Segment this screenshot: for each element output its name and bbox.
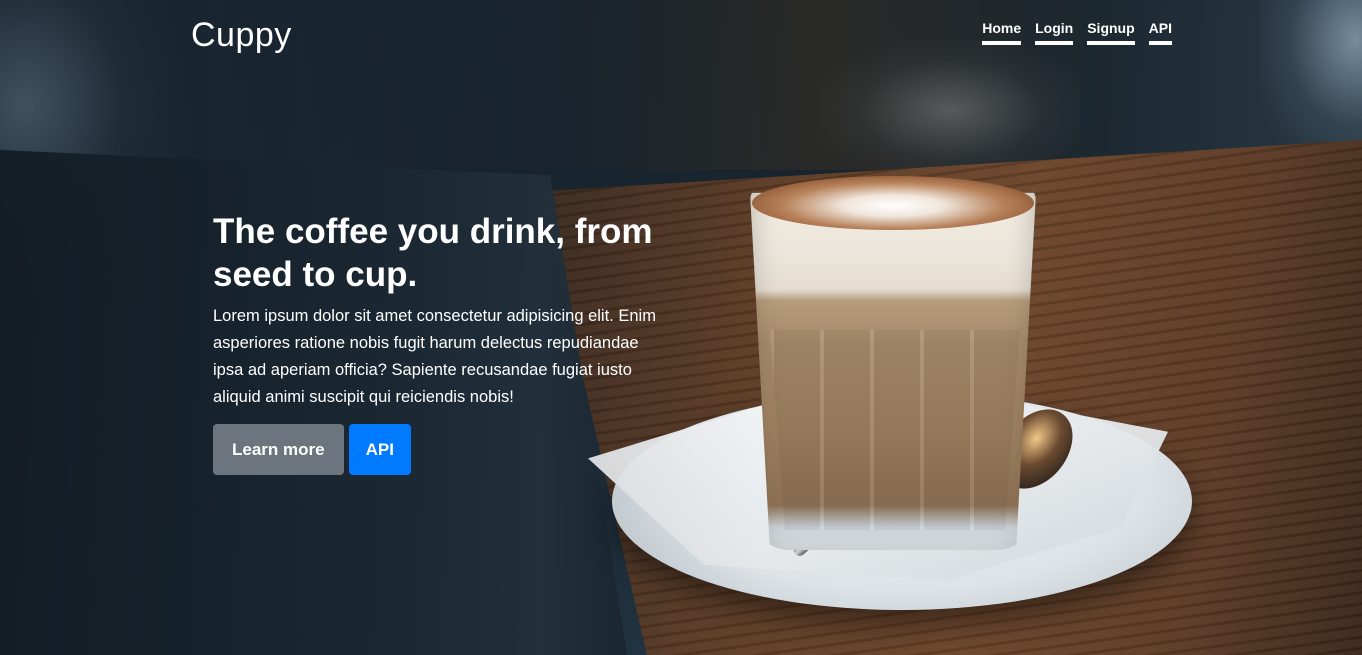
nav-link-signup[interactable]: Signup [1087,20,1135,45]
main-nav: Home Login Signup API [982,20,1172,45]
hero-headline: The coffee you drink, from seed to cup. [213,212,653,294]
glass-facets [770,330,1020,530]
learn-more-button[interactable]: Learn more [213,424,344,475]
napkin [588,390,1168,580]
brand-logo[interactable]: Cuppy [191,16,292,55]
background-light-right [1260,0,1362,160]
hero-lead-text: Lorem ipsum dolor sit amet consectetur a… [213,307,656,406]
nav-link-home[interactable]: Home [982,20,1022,45]
saucer [612,392,1192,610]
latte-foam-art [752,176,1034,230]
nav-link-login[interactable]: Login [1035,20,1074,45]
background-light-left [0,0,180,300]
latte-glass [750,192,1036,550]
spoon-bowl [984,395,1088,503]
hero-actions: Learn more API [213,424,411,475]
hero-background-image [0,0,1362,655]
api-button[interactable]: API [348,424,411,475]
background-light-center [820,40,1080,180]
spoon-handle [791,395,971,559]
hero-section: Cuppy Home Login Signup API The coffee y… [0,0,1362,655]
nav-link-api[interactable]: API [1148,20,1172,45]
